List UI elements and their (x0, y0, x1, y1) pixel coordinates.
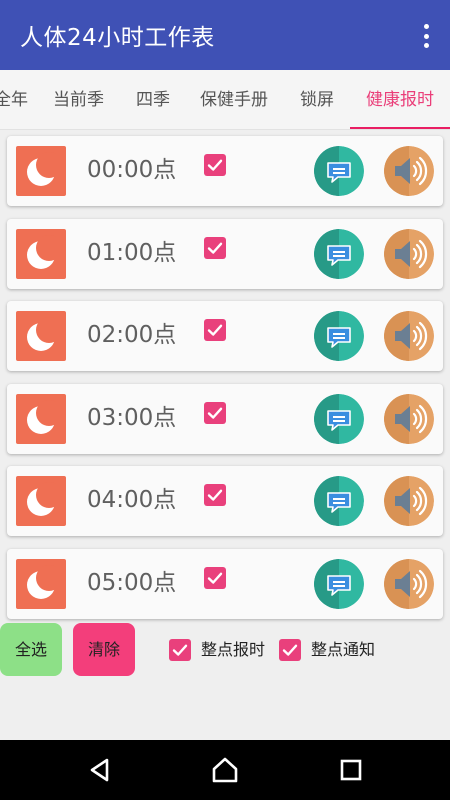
alarm-card: 02:00点 (7, 301, 443, 371)
message-icon[interactable] (314, 146, 364, 196)
tab-current-season[interactable]: 当前季 (53, 70, 104, 129)
alarm-time: 02:00点 (87, 322, 177, 348)
hourly-chime-label: 整点报时 (201, 640, 266, 659)
tab-lock-screen[interactable]: 锁屏 (300, 70, 334, 129)
message-icon[interactable] (314, 476, 364, 526)
recents-icon[interactable] (336, 755, 366, 785)
alarm-card: 05:00点 (7, 549, 443, 619)
alarm-checkbox[interactable] (204, 319, 226, 341)
message-icon[interactable] (314, 394, 364, 444)
hourly-notify-checkbox[interactable] (279, 639, 301, 661)
message-icon[interactable] (314, 229, 364, 279)
moon-icon (16, 311, 66, 361)
moon-icon (16, 394, 66, 444)
alarm-time: 04:00点 (87, 487, 177, 513)
tab-full-year[interactable]: 全年 (0, 70, 28, 129)
alarm-checkbox[interactable] (204, 154, 226, 176)
alarm-checkbox[interactable] (204, 402, 226, 424)
alarm-card: 01:00点 (7, 219, 443, 289)
select-all-button[interactable]: 全选 (0, 623, 62, 676)
app-bar: 人体24小时工作表 (0, 0, 450, 70)
hourly-chime-checkbox[interactable] (169, 639, 191, 661)
alarm-checkbox[interactable] (204, 567, 226, 589)
tab-health-chime[interactable]: 健康报时 (366, 70, 434, 129)
message-icon[interactable] (314, 559, 364, 609)
speaker-icon[interactable] (384, 394, 434, 444)
back-icon[interactable] (85, 755, 115, 785)
hourly-chime-option[interactable]: 整点报时 (169, 638, 273, 662)
speaker-icon[interactable] (384, 229, 434, 279)
speaker-icon[interactable] (384, 146, 434, 196)
moon-icon (16, 476, 66, 526)
moon-icon (16, 146, 66, 196)
hourly-notify-option[interactable]: 整点通知 (279, 638, 389, 662)
message-icon[interactable] (314, 311, 364, 361)
alarm-time: 03:00点 (87, 405, 177, 431)
home-icon[interactable] (210, 755, 240, 785)
moon-icon (16, 229, 66, 279)
moon-icon (16, 559, 66, 609)
alarm-time: 01:00点 (87, 240, 177, 266)
alarm-card: 03:00点 (7, 384, 443, 454)
tab-bar: 全年 当前季 四季 保健手册 锁屏 健康报时 (0, 70, 450, 130)
more-vert-icon[interactable] (418, 22, 434, 50)
system-nav-bar (0, 740, 450, 800)
alarm-card: 00:00点 (7, 136, 443, 206)
hourly-notify-label: 整点通知 (311, 640, 376, 659)
alarm-time: 00:00点 (87, 157, 177, 183)
alarm-checkbox[interactable] (204, 237, 226, 259)
clear-button[interactable]: 清除 (73, 623, 135, 676)
tab-health-manual[interactable]: 保健手册 (200, 70, 268, 129)
alarm-card: 04:00点 (7, 466, 443, 536)
speaker-icon[interactable] (384, 559, 434, 609)
speaker-icon[interactable] (384, 311, 434, 361)
speaker-icon[interactable] (384, 476, 434, 526)
tab-four-seasons[interactable]: 四季 (136, 70, 170, 129)
app-title: 人体24小时工作表 (20, 25, 215, 51)
alarm-checkbox[interactable] (204, 484, 226, 506)
alarm-time: 05:00点 (87, 570, 177, 596)
active-tab-indicator (350, 127, 450, 129)
